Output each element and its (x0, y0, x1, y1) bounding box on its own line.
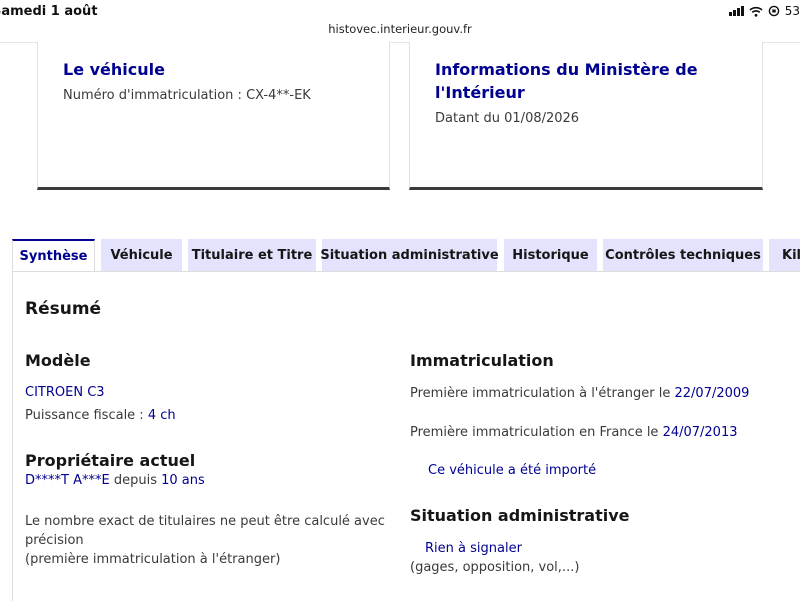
plate-number: CX-4**-EK (246, 88, 311, 103)
owner-since: 10 ans (161, 473, 205, 488)
owner-heading: Propriétaire actuel (25, 451, 196, 470)
foreign-registration-line: Première immatriculation à l'étranger le… (410, 386, 749, 401)
fiscal-power-line: Puissance fiscale : 4 ch (25, 408, 176, 423)
owner-since-label: depuis (109, 473, 162, 488)
battery-level: 53 (784, 4, 800, 18)
status-date: Samedi 1 août (0, 4, 98, 19)
admin-status-value: Rien à signaler (425, 541, 522, 556)
vehicle-card-title: Le véhicule (63, 60, 165, 79)
status-icons: 53 (728, 4, 800, 18)
owner-note-line1: Le nombre exact de titulaires ne peut êt… (25, 514, 385, 529)
tab-kilometrage[interactable]: Kilo (769, 239, 800, 271)
france-registration-date: 24/07/2013 (662, 425, 738, 440)
owner-count-note: Le nombre exact de titulaires ne peut êt… (25, 512, 385, 569)
registration-heading: Immatriculation (410, 351, 554, 370)
signal-icon (728, 6, 744, 16)
ministry-title-line1: Informations du Ministère de (435, 60, 698, 79)
ministry-title-line2: l'Intérieur (435, 83, 525, 102)
france-registration-label: Première immatriculation en France le (410, 425, 663, 440)
tab-situation-administrative[interactable]: Situation administrative (320, 239, 499, 271)
owner-name: D****T A***E (25, 473, 110, 488)
tab-controles-techniques[interactable]: Contrôles techniques (603, 239, 763, 271)
tab-synthese[interactable]: Synthèse (12, 239, 95, 272)
foreign-registration-date: 22/07/2009 (674, 386, 750, 401)
ministry-card: Informations du Ministère de l'Intérieur … (409, 42, 763, 190)
owner-note-line3: (première immatriculation à l'étranger) (25, 552, 281, 567)
admin-status-heading: Situation administrative (410, 506, 630, 525)
fiscal-power-value: 4 ch (147, 408, 176, 423)
data-date-line: Datant du 01/08/2026 (435, 111, 737, 126)
ministry-card-title: Informations du Ministère de l'Intérieur (435, 58, 737, 104)
vehicle-card: Le véhicule Numéro d'immatriculation : C… (37, 42, 390, 190)
plate-label: Numéro d'immatriculation : (63, 88, 247, 103)
summary-title: Résumé (25, 299, 102, 319)
model-name: CITROEN C3 (25, 385, 105, 400)
wifi-icon (749, 6, 763, 17)
data-date-label: Datant du (435, 111, 505, 126)
report-tabs: Synthèse Véhicule Titulaire et Titre Sit… (0, 239, 800, 272)
owner-line: D****T A***E depuis 10 ans (25, 473, 205, 488)
browser-status-bar: Samedi 1 août histovec.interieur.gouv.fr… (0, 0, 800, 43)
imported-notice: Ce véhicule a été importé (428, 463, 597, 478)
fiscal-power-label: Puissance fiscale : (25, 408, 148, 423)
france-registration-line: Première immatriculation en France le 24… (410, 425, 738, 440)
tab-titulaire-titre[interactable]: Titulaire et Titre (188, 239, 316, 271)
data-date: 01/08/2026 (504, 111, 580, 126)
plate-line: Numéro d'immatriculation : CX-4**-EK (63, 88, 364, 103)
tab-vehicule[interactable]: Véhicule (101, 239, 182, 271)
orientation-lock-icon (768, 5, 780, 17)
model-heading: Modèle (25, 351, 91, 370)
address-bar-url[interactable]: histovec.interieur.gouv.fr (0, 22, 800, 36)
owner-note-line2: précision (25, 533, 84, 548)
foreign-registration-label: Première immatriculation à l'étranger le (410, 386, 675, 401)
admin-status-detail: (gages, opposition, vol,...) (410, 560, 580, 575)
tab-historique[interactable]: Historique (504, 239, 597, 271)
